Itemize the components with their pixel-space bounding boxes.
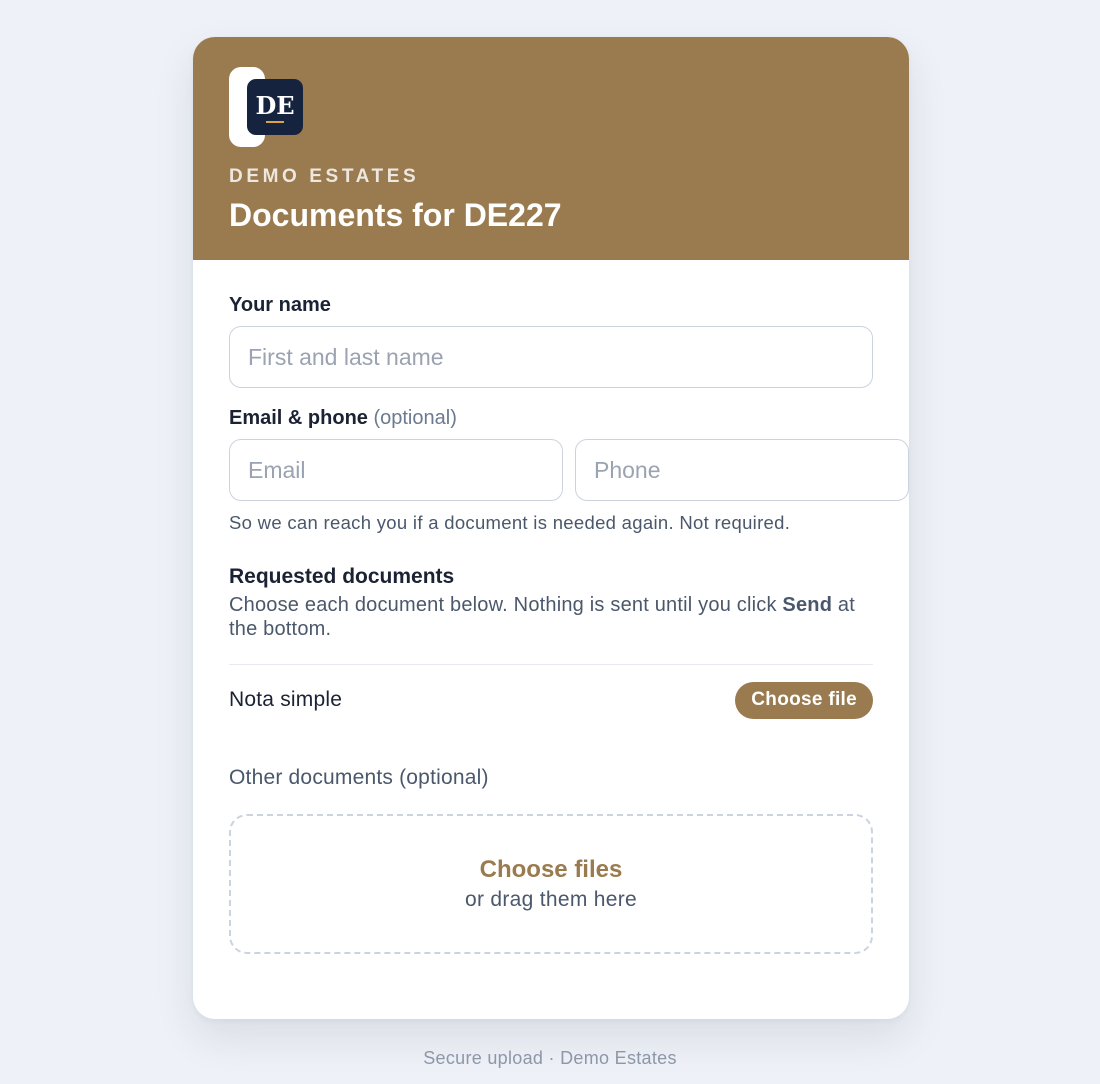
choose-file-button[interactable]: Choose file xyxy=(735,681,873,719)
document-row: Nota simple Choose file xyxy=(229,665,873,735)
brand-logo: DE xyxy=(229,67,305,147)
brand-name: DEMO ESTATES xyxy=(229,166,420,187)
requested-documents-description: Choose each document below. Nothing is s… xyxy=(229,593,873,641)
contact-label-text: Email & phone xyxy=(229,407,368,429)
page-title: Documents for DE227 xyxy=(229,197,562,233)
contact-helper-text: So we can reach you if a document is nee… xyxy=(229,512,791,533)
dropzone-hint: or drag them here xyxy=(464,888,638,911)
form-body: Your name Email & phone (optional) So we… xyxy=(193,260,909,954)
phone-input[interactable] xyxy=(575,439,909,501)
footer-text: Secure upload · Demo Estates xyxy=(423,1048,677,1068)
logo-initials: DE xyxy=(255,90,295,120)
name-input[interactable] xyxy=(229,326,873,388)
upload-card: DE DEMO ESTATES Documents for DE227 Your… xyxy=(193,37,909,1019)
description-send-keyword: Send xyxy=(782,594,833,616)
description-text-start: Choose each document below. Nothing is s… xyxy=(229,594,783,616)
requested-documents-title: Requested documents xyxy=(229,565,455,588)
contact-optional-text: (optional) xyxy=(373,407,457,429)
other-documents-label: Other documents (optional) xyxy=(229,766,489,789)
logo-underline xyxy=(266,120,284,123)
card-header: DE DEMO ESTATES Documents for DE227 xyxy=(193,37,909,260)
file-dropzone[interactable]: Choose files or drag them here xyxy=(229,814,873,954)
email-input[interactable] xyxy=(229,439,563,501)
contact-row xyxy=(229,439,909,501)
logo-badge: DE xyxy=(247,79,303,135)
document-name: Nota simple xyxy=(229,688,343,711)
name-label: Your name xyxy=(229,294,331,316)
choose-files-link[interactable]: Choose files xyxy=(480,855,623,885)
contact-label: Email & phone (optional) xyxy=(229,406,873,430)
